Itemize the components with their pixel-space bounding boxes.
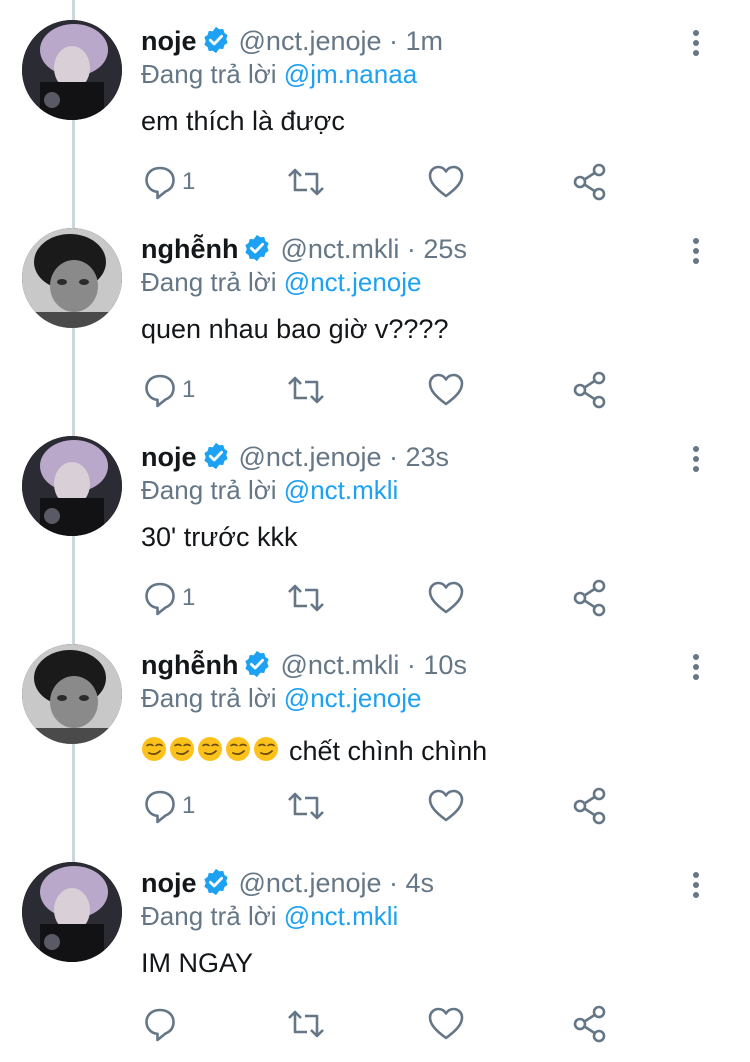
tweet[interactable]: nghễnh @nct.mkli · 10s Đang trả lời @nct.… xyxy=(0,644,750,844)
handle[interactable]: @nct.mkli xyxy=(280,650,399,680)
display-name[interactable]: nghễnh xyxy=(141,650,238,680)
avatar[interactable] xyxy=(22,436,122,536)
more-vertical-icon[interactable] xyxy=(684,870,708,904)
reply-icon[interactable] xyxy=(143,370,177,410)
share-icon[interactable] xyxy=(572,578,608,618)
reply-count: 1 xyxy=(182,376,196,403)
separator-dot: · xyxy=(381,442,406,472)
replying-to: Đang trả lời @jm.nanaa xyxy=(141,58,417,90)
tweet[interactable]: noje @nct.jenoje · 1m Đang trả lời @jm.na… xyxy=(0,20,750,220)
more-vertical-icon[interactable] xyxy=(684,28,708,62)
tweet-actions xyxy=(0,1004,750,1044)
tweet-text: IM NGAY xyxy=(141,948,254,978)
avatar[interactable] xyxy=(22,644,122,744)
mention-link[interactable]: @nct.mkli xyxy=(284,901,399,931)
heart-icon[interactable] xyxy=(427,1004,465,1044)
nghenh-avatar-image xyxy=(22,644,122,744)
heart-icon[interactable] xyxy=(427,578,465,618)
replying-prefix: Đang trả lời xyxy=(141,683,277,713)
avatar[interactable] xyxy=(22,862,122,962)
timestamp[interactable]: 4s xyxy=(406,868,435,898)
handle[interactable]: @nct.jenoje xyxy=(239,442,382,472)
replying-to: Đang trả lời @nct.mkli xyxy=(141,474,398,506)
replying-prefix: Đang trả lời xyxy=(141,901,277,931)
avatar[interactable] xyxy=(22,20,122,120)
display-name[interactable]: nghễnh xyxy=(141,234,238,264)
timestamp[interactable]: 1m xyxy=(406,26,444,56)
more-vertical-icon[interactable] xyxy=(684,444,708,478)
tweet-actions: 1 xyxy=(0,786,750,826)
separator-dot: · xyxy=(381,26,406,56)
handle[interactable]: @nct.jenoje xyxy=(239,868,382,898)
nghenh-avatar-image xyxy=(22,228,122,328)
tweet-text: em thích là được xyxy=(141,106,345,136)
heart-icon[interactable] xyxy=(427,786,465,826)
tweet[interactable]: nghễnh @nct.mkli · 25s Đang trả lời @nct.… xyxy=(0,228,750,428)
display-name[interactable]: noje xyxy=(141,26,197,56)
reply-count: 1 xyxy=(182,584,196,611)
noje-avatar-image xyxy=(22,436,122,536)
share-icon[interactable] xyxy=(572,786,608,826)
tweet-text: 30' trước kkk xyxy=(141,522,298,552)
reply-count: 1 xyxy=(182,792,196,819)
avatar[interactable] xyxy=(22,228,122,328)
smirk-emoji-icon xyxy=(141,734,281,772)
separator-dot: · xyxy=(399,650,424,680)
mention-link[interactable]: @nct.mkli xyxy=(284,475,399,505)
tweet-text: chết chình chình xyxy=(141,734,487,772)
heart-icon[interactable] xyxy=(427,162,465,202)
tweet[interactable]: noje @nct.jenoje · 4s Đang trả lời @nct.m… xyxy=(0,862,750,1062)
separator-dot: · xyxy=(399,234,424,264)
mention-link[interactable]: @nct.jenoje xyxy=(284,267,422,297)
replying-prefix: Đang trả lời xyxy=(141,267,277,297)
tweet-text-content: chết chình chình xyxy=(289,736,488,766)
handle[interactable]: @nct.mkli xyxy=(280,234,399,264)
replying-to: Đang trả lời @nct.jenoje xyxy=(141,682,422,714)
mention-link[interactable]: @jm.nanaa xyxy=(284,59,417,89)
reply-icon[interactable] xyxy=(143,1004,177,1044)
timestamp[interactable]: 23s xyxy=(406,442,450,472)
retweet-icon[interactable] xyxy=(286,162,326,202)
share-icon[interactable] xyxy=(572,1004,608,1044)
more-vertical-icon[interactable] xyxy=(684,652,708,686)
mention-link[interactable]: @nct.jenoje xyxy=(284,683,422,713)
replying-to: Đang trả lời @nct.mkli xyxy=(141,900,398,932)
tweet-text: quen nhau bao giờ v???? xyxy=(141,314,449,344)
reply-icon[interactable] xyxy=(143,786,177,826)
timestamp[interactable]: 10s xyxy=(423,650,467,680)
tweet-actions: 1 xyxy=(0,162,750,202)
replying-to: Đang trả lời @nct.jenoje xyxy=(141,266,422,298)
retweet-icon[interactable] xyxy=(286,1004,326,1044)
display-name[interactable]: noje xyxy=(141,442,197,472)
tweet-actions: 1 xyxy=(0,370,750,410)
share-icon[interactable] xyxy=(572,162,608,202)
reply-icon[interactable] xyxy=(143,578,177,618)
tweet-actions: 1 xyxy=(0,578,750,618)
retweet-icon[interactable] xyxy=(286,786,326,826)
display-name[interactable]: noje xyxy=(141,868,197,898)
handle[interactable]: @nct.jenoje xyxy=(239,26,382,56)
noje-avatar-image xyxy=(22,20,122,120)
separator-dot: · xyxy=(381,868,406,898)
timestamp[interactable]: 25s xyxy=(423,234,467,264)
retweet-icon[interactable] xyxy=(286,578,326,618)
heart-icon[interactable] xyxy=(427,370,465,410)
replying-prefix: Đang trả lời xyxy=(141,475,277,505)
reply-icon[interactable] xyxy=(143,162,177,202)
noje-avatar-image xyxy=(22,862,122,962)
replying-prefix: Đang trả lời xyxy=(141,59,277,89)
tweet[interactable]: noje @nct.jenoje · 23s Đang trả lời @nct.… xyxy=(0,436,750,636)
share-icon[interactable] xyxy=(572,370,608,410)
reply-count: 1 xyxy=(182,168,196,195)
more-vertical-icon[interactable] xyxy=(684,236,708,270)
retweet-icon[interactable] xyxy=(286,370,326,410)
